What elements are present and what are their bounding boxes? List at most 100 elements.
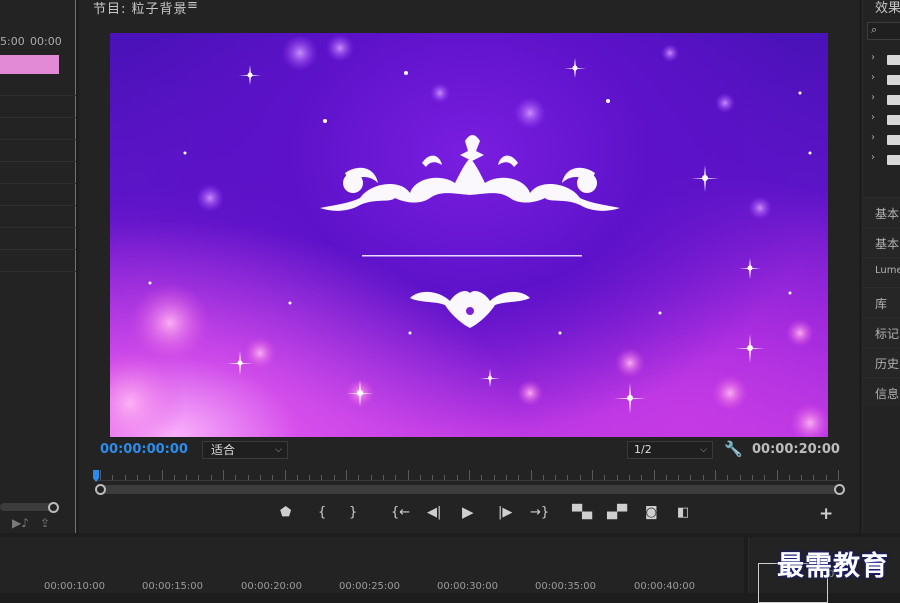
ruler-tick [419, 475, 421, 480]
effects-search-input[interactable]: ⌕ [867, 22, 900, 40]
watermark-logo: 最需教育 [777, 551, 889, 582]
ruler-tick [776, 470, 778, 480]
ruler-tick [309, 475, 311, 480]
ruler-tick [186, 475, 188, 480]
ruler-tick [149, 475, 151, 480]
folder-icon[interactable] [887, 155, 900, 165]
track-divider [0, 161, 76, 162]
export-frame-button[interactable]: ◙ [645, 505, 658, 520]
ruler-tick [751, 475, 753, 480]
program-monitor-title[interactable]: 节目: 粒子背景 [93, 0, 188, 17]
folder-icon[interactable] [887, 115, 900, 125]
timeline-time-label: 00:00:15:00 [142, 581, 204, 592]
ruler-tick [801, 475, 803, 480]
panel-tab[interactable]: 标记 [863, 317, 900, 346]
ruler-tick [727, 475, 729, 480]
ruler-tick [678, 475, 680, 480]
ruler-tick [223, 470, 224, 480]
panel-tab[interactable]: 基本 [863, 197, 900, 226]
ruler-baseline [96, 480, 842, 481]
ruler-tick [481, 475, 483, 480]
export-icon[interactable]: ⇪ [40, 516, 50, 530]
zoom-end-handle[interactable] [834, 484, 845, 495]
playback-resolution-select[interactable]: 1/2 ⌵ [627, 441, 713, 459]
ruler-tick [530, 470, 532, 480]
duration-timecode: 00:00:20:00 [752, 442, 840, 457]
extract-button[interactable]: ▄▀ [607, 505, 627, 520]
ruler-tick [161, 470, 163, 480]
extract-icon: ▄▀ [607, 505, 627, 520]
current-timecode[interactable]: 00:00:00:00 [100, 442, 188, 457]
ruler-tick [444, 475, 446, 480]
go-to-in-button[interactable]: {← [391, 505, 410, 520]
mark-out-icon: } [349, 505, 358, 520]
timeline-time-label: 00:00:35:00 [535, 581, 597, 592]
mark-in-icon: { [318, 505, 327, 520]
step-back-button[interactable]: ◀| [427, 505, 441, 520]
ruler-tick [136, 475, 138, 480]
ruler-tick [235, 475, 237, 480]
panel-tab[interactable]: Lume [863, 257, 900, 286]
zoom-level-select[interactable]: 适合 ⌵ [202, 441, 288, 459]
ruler-tick [382, 475, 384, 480]
play-button[interactable]: ▶ [462, 503, 474, 521]
ruler-tick [764, 475, 766, 480]
ruler-tick [813, 475, 815, 480]
chevron-right-icon[interactable]: › [871, 152, 875, 163]
folder-icon[interactable] [887, 75, 900, 85]
time-ruler[interactable] [96, 468, 842, 484]
insert-icon[interactable]: ▶♪ [12, 516, 29, 530]
mark-out-button[interactable]: } [349, 505, 357, 520]
ruler-tick [592, 470, 593, 480]
ruler-tick [641, 475, 643, 480]
ruler-tick [100, 470, 101, 480]
chevron-right-icon[interactable]: › [871, 132, 875, 143]
lift-button[interactable]: ▀▄ [572, 505, 592, 520]
track-divider [0, 249, 76, 250]
comparison-view-button[interactable]: ◧ [677, 505, 689, 520]
effects-panel-title[interactable]: 效果 [875, 0, 900, 16]
source-clip[interactable] [0, 55, 59, 74]
video-preview[interactable] [110, 33, 828, 437]
ruler-tick [505, 475, 507, 480]
chevron-right-icon[interactable]: › [871, 92, 875, 103]
zoom-start-handle[interactable] [95, 484, 106, 495]
chevron-right-icon[interactable]: › [871, 112, 875, 123]
folder-icon[interactable] [887, 95, 900, 105]
ruler-tick [739, 475, 741, 480]
ruler-tick [628, 475, 630, 480]
navigator-zoom-bar[interactable] [100, 485, 839, 494]
ruler-tick [198, 475, 200, 480]
panel-tab[interactable]: 库 [863, 287, 900, 316]
source-zoom-handle[interactable] [48, 502, 59, 513]
panel-tab[interactable]: 信息 [863, 377, 900, 406]
ruler-tick [407, 470, 409, 480]
folder-icon[interactable] [887, 55, 900, 65]
ruler-tick [173, 475, 175, 480]
chevron-right-icon[interactable]: › [871, 72, 875, 83]
timeline-time-label: 00:00:10:00 [44, 581, 106, 592]
ruler-tick [395, 475, 397, 480]
ruler-tick [715, 470, 716, 480]
chevron-down-icon: ⌵ [700, 445, 707, 455]
mark-in-button[interactable]: { [318, 505, 326, 520]
source-ruler[interactable]: 5:00 00:00 [0, 33, 76, 53]
chevron-right-icon[interactable]: › [871, 52, 875, 63]
source-zoom-bar[interactable] [0, 503, 52, 511]
button-editor-add[interactable]: + [819, 504, 833, 524]
ruler-tick [542, 475, 544, 480]
ruler-tick [825, 475, 827, 480]
panel-tab[interactable]: 基本 [863, 227, 900, 256]
ruler-tick [259, 475, 261, 480]
ruler-tick [665, 475, 667, 480]
panel-menu-icon[interactable]: ≡ [187, 0, 198, 13]
add-marker-button[interactable]: ⬟ [280, 505, 291, 520]
ruler-tick [346, 470, 347, 480]
folder-icon[interactable] [887, 135, 900, 145]
panel-tab[interactable]: 历史 [863, 347, 900, 376]
step-forward-button[interactable]: |▶ [498, 505, 512, 520]
wrench-icon[interactable]: 🔧 [724, 440, 743, 458]
track-divider [0, 227, 76, 228]
marker-icon: ⬟ [280, 505, 292, 520]
go-to-out-button[interactable]: →} [530, 505, 549, 520]
